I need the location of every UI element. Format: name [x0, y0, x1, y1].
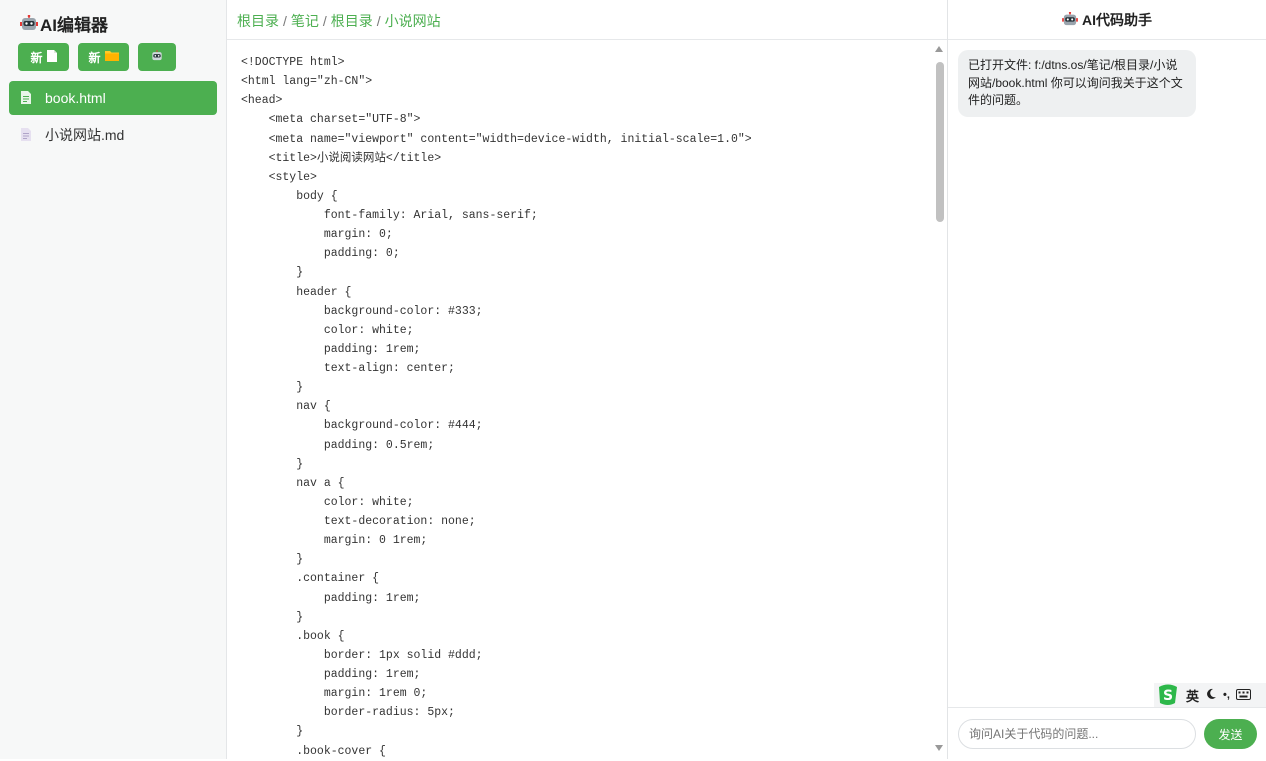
code-line: <style>: [241, 170, 317, 184]
send-button[interactable]: 发送: [1204, 719, 1257, 749]
app-title-text: AI编辑器: [40, 15, 108, 35]
code-line: padding: 1rem;: [241, 591, 421, 605]
code-line: <meta charset="UTF-8">: [241, 113, 421, 127]
code-line: header {: [241, 285, 352, 299]
code-line: body {: [241, 189, 338, 203]
code-line: .book-cover {: [241, 744, 386, 758]
new-file-button[interactable]: 新: [18, 43, 69, 71]
file-list: book.html 小说网站.md: [9, 81, 217, 155]
code-line: }: [241, 553, 304, 567]
breadcrumb: 根目录 / 笔记 / 根目录 / 小说网站: [237, 11, 441, 31]
code-line: margin: 0 1rem;: [241, 534, 428, 548]
divider: [227, 39, 947, 40]
assistant-title: AI代码助手: [948, 10, 1266, 30]
robot-icon: [151, 50, 163, 64]
robot-icon: [1062, 12, 1080, 28]
code-line: background-color: #444;: [241, 419, 483, 433]
code-line: <meta name="viewport" content="width=dev…: [241, 132, 752, 146]
code-line: background-color: #333;: [241, 304, 483, 318]
file-icon: [21, 91, 33, 105]
divider: [948, 39, 1266, 40]
scroll-up-arrow-icon[interactable]: [935, 46, 943, 52]
code-line: margin: 0;: [241, 228, 393, 242]
code-line: }: [241, 381, 304, 395]
code-line: .container {: [241, 572, 380, 586]
scroll-down-arrow-icon[interactable]: [935, 745, 943, 751]
ime-language-toggle[interactable]: 英: [1186, 686, 1199, 705]
code-line: nav {: [241, 400, 331, 414]
app-title: AI编辑器: [20, 11, 108, 35]
code-line: }: [241, 457, 304, 471]
file-item-novel-site-md[interactable]: 小说网站.md: [9, 118, 217, 152]
code-line: border: 1px solid #ddd;: [241, 648, 483, 662]
ai-assistant-button[interactable]: [138, 43, 176, 71]
assistant-message: 已打开文件: f:/dtns.os/笔记/根目录/小说网站/book.html …: [958, 50, 1196, 117]
code-line: <title>小说阅读网站</title>: [241, 151, 442, 165]
chat-input[interactable]: [958, 719, 1196, 749]
code-line: margin: 1rem 0;: [241, 687, 428, 701]
svg-text:S: S: [1163, 688, 1173, 704]
breadcrumb-item[interactable]: 根目录: [331, 13, 373, 29]
scrollbar-thumb[interactable]: [936, 62, 944, 222]
code-line: padding: 1rem;: [241, 668, 421, 681]
file-item-book-html[interactable]: book.html: [9, 81, 217, 115]
punctuation-toggle[interactable]: •,: [1223, 689, 1230, 701]
code-line: text-align: center;: [241, 362, 455, 375]
robot-icon: [20, 15, 38, 31]
sogou-logo-icon[interactable]: S: [1156, 684, 1180, 706]
new-folder-button[interactable]: 新: [78, 43, 129, 71]
breadcrumb-separator: /: [376, 13, 381, 29]
code-line: <!DOCTYPE html>: [241, 56, 345, 69]
breadcrumb-separator: /: [322, 13, 327, 29]
code-line: color: white;: [241, 323, 414, 337]
code-line: border-radius: 5px;: [241, 706, 455, 720]
assistant-title-text: AI代码助手: [1082, 12, 1152, 28]
moon-icon[interactable]: [1205, 688, 1217, 703]
breadcrumb-item[interactable]: 笔记: [291, 13, 319, 29]
file-icon: [46, 49, 57, 65]
code-editor-panel: 根目录 / 笔记 / 根目录 / 小说网站 <!DOCTYPE html> <html lan…: [227, 0, 948, 759]
code-line: padding: 0.5rem;: [241, 438, 435, 452]
code-line: <head>: [241, 94, 283, 108]
code-line: }: [241, 725, 304, 739]
sidebar-toolbar: 新 新: [18, 43, 176, 71]
file-name: book.html: [45, 90, 106, 106]
breadcrumb-separator: /: [283, 13, 287, 29]
folder-icon: [104, 50, 119, 64]
code-line: padding: 1rem;: [241, 342, 421, 356]
ai-assistant-panel: AI代码助手 已打开文件: f:/dtns.os/笔记/根目录/小说网站/boo…: [948, 0, 1266, 759]
code-line: padding: 0;: [241, 247, 400, 261]
file-icon: [21, 128, 33, 142]
code-line: .book {: [241, 629, 345, 643]
file-name: 小说网站.md: [45, 127, 125, 143]
code-line: font-family: Arial, sans-serif;: [241, 209, 538, 222]
code-line: nav a {: [241, 476, 345, 490]
breadcrumb-item[interactable]: 根目录: [237, 13, 279, 29]
chat-input-area: 发送: [948, 707, 1266, 760]
file-sidebar: AI编辑器 新 新 book.html 小说网站.md: [0, 0, 227, 759]
new-folder-label: 新: [88, 50, 101, 65]
new-file-label: 新: [30, 50, 43, 65]
breadcrumb-item[interactable]: 小说网站: [385, 13, 441, 29]
code-textarea[interactable]: <!DOCTYPE html> <html lang="zh-CN"> <head>…: [241, 53, 752, 761]
code-line: <html lang="zh-CN">: [241, 75, 373, 89]
code-line: text-decoration: none;: [241, 515, 476, 528]
code-line: }: [241, 266, 304, 280]
code-line: }: [241, 610, 304, 624]
keyboard-icon[interactable]: [1235, 688, 1251, 703]
code-line: color: white;: [241, 495, 414, 509]
ime-toolbar: S 英 •,: [1154, 683, 1266, 707]
